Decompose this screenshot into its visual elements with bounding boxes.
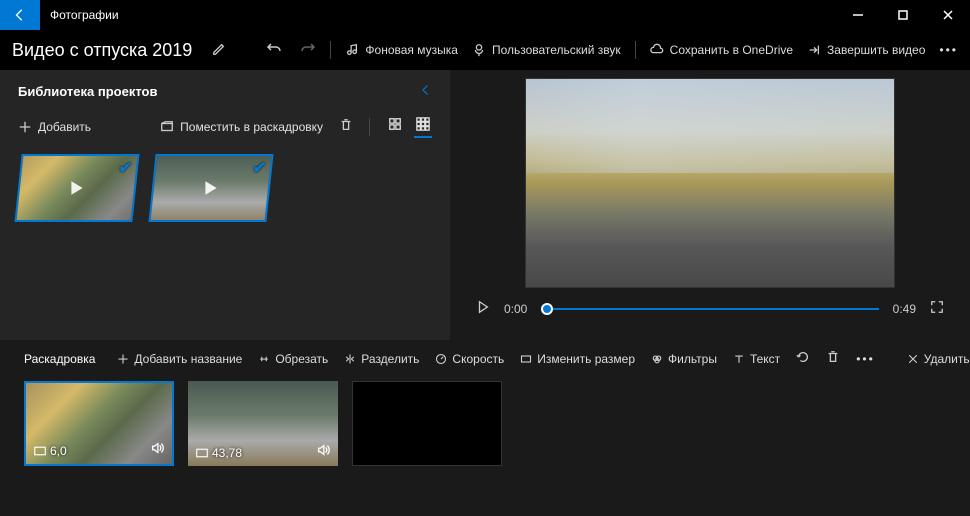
export-icon	[807, 43, 821, 57]
collapse-library-button[interactable]	[420, 84, 432, 99]
plus-icon	[18, 120, 32, 134]
fullscreen-icon	[930, 300, 944, 314]
frame-icon	[196, 448, 208, 458]
clip-1[interactable]: 6,0	[24, 381, 174, 466]
filters-button[interactable]: Фильтры	[651, 352, 717, 366]
maximize-icon	[898, 10, 908, 20]
clip-3[interactable]	[352, 381, 502, 466]
rotate-icon	[796, 350, 810, 364]
delete-all-button[interactable]: Удалить все	[907, 352, 970, 366]
more-storyboard-button[interactable]: •••	[856, 352, 875, 366]
library-thumb-2[interactable]: ✔	[148, 154, 273, 222]
cloud-icon	[650, 43, 664, 57]
grid-small-button[interactable]	[386, 115, 404, 138]
clip-2[interactable]: 43,78	[188, 381, 338, 466]
custom-sound-button[interactable]: Пользовательский звук	[472, 43, 621, 57]
project-title: Видео с отпуска 2019	[12, 40, 192, 61]
resize-icon	[520, 353, 532, 365]
edit-title-button[interactable]	[212, 42, 226, 59]
volume-icon	[150, 441, 164, 458]
play-icon	[476, 300, 490, 314]
add-title-button[interactable]: Добавить название	[117, 352, 242, 366]
grid-3x3-icon	[416, 117, 430, 131]
library-panel: Библиотека проектов Добавить Поместить в…	[0, 70, 450, 340]
storyboard-title: Раскадровка	[24, 352, 95, 366]
redo-button[interactable]	[300, 41, 316, 60]
speed-icon	[435, 353, 447, 365]
minimize-icon	[853, 10, 863, 20]
trim-button[interactable]: Обрезать	[258, 352, 328, 366]
save-onedrive-button[interactable]: Сохранить в OneDrive	[650, 43, 793, 57]
preview-panel: 0:00 0:49	[450, 70, 970, 340]
volume-icon	[316, 443, 330, 460]
current-time: 0:00	[504, 302, 527, 316]
text-icon	[733, 353, 745, 365]
check-icon: ✔	[252, 158, 268, 178]
text-button[interactable]: Текст	[733, 352, 780, 366]
split-icon	[344, 353, 356, 365]
player-bar: 0:00 0:49	[470, 288, 950, 329]
rotate-button[interactable]	[796, 350, 810, 367]
maximize-button[interactable]	[880, 0, 925, 30]
plus-icon	[117, 353, 129, 365]
storyboard-panel: Раскадровка Добавить название Обрезать Р…	[0, 340, 970, 476]
library-thumb-1[interactable]: ✔	[14, 154, 139, 222]
duration: 0:49	[893, 302, 916, 316]
minimize-button[interactable]	[835, 0, 880, 30]
main-toolbar: Видео с отпуска 2019 Фоновая музыка Поль…	[0, 30, 970, 70]
more-button[interactable]: •••	[939, 43, 958, 57]
storyboard-clips: 6,0 43,78	[24, 381, 946, 466]
grid-2x2-icon	[388, 117, 402, 131]
close-icon	[943, 10, 953, 20]
chevron-left-icon	[420, 84, 432, 96]
titlebar: Фотографии	[0, 0, 970, 30]
delete-button[interactable]	[339, 118, 353, 135]
trash-icon	[339, 118, 353, 132]
storyboard-toolbar: Раскадровка Добавить название Обрезать Р…	[24, 350, 946, 367]
app-name: Фотографии	[50, 8, 119, 22]
grid-large-button[interactable]	[414, 115, 432, 138]
close-icon	[907, 353, 919, 365]
finish-video-button[interactable]: Завершить видео	[807, 43, 925, 57]
resize-button[interactable]: Изменить размер	[520, 352, 635, 366]
fullscreen-button[interactable]	[930, 300, 944, 317]
undo-button[interactable]	[266, 41, 282, 60]
place-storyboard-button[interactable]: Поместить в раскадровку	[160, 120, 323, 134]
play-button[interactable]	[476, 300, 490, 317]
main-row: Библиотека проектов Добавить Поместить в…	[0, 70, 970, 340]
back-button[interactable]	[0, 0, 40, 30]
redo-icon	[300, 41, 316, 57]
play-icon	[71, 181, 82, 194]
music-icon	[345, 43, 359, 57]
seek-handle[interactable]	[541, 303, 553, 315]
frame-icon	[34, 446, 46, 456]
pencil-icon	[212, 42, 226, 56]
bg-music-button[interactable]: Фоновая музыка	[345, 43, 458, 57]
trash-icon	[826, 350, 840, 364]
library-title: Библиотека проектов	[18, 84, 157, 99]
close-button[interactable]	[925, 0, 970, 30]
trim-icon	[258, 353, 270, 365]
filters-icon	[651, 353, 663, 365]
check-icon: ✔	[118, 158, 134, 178]
undo-icon	[266, 41, 282, 57]
play-icon	[205, 181, 216, 194]
seek-bar[interactable]	[541, 308, 878, 310]
delete-clip-button[interactable]	[826, 350, 840, 367]
add-media-button[interactable]: Добавить	[18, 120, 91, 134]
storyboard-icon	[160, 120, 174, 134]
preview-canvas[interactable]	[525, 78, 895, 288]
mic-icon	[472, 43, 486, 57]
split-button[interactable]: Разделить	[344, 352, 419, 366]
speed-button[interactable]: Скорость	[435, 352, 504, 366]
arrow-left-icon	[13, 8, 27, 22]
